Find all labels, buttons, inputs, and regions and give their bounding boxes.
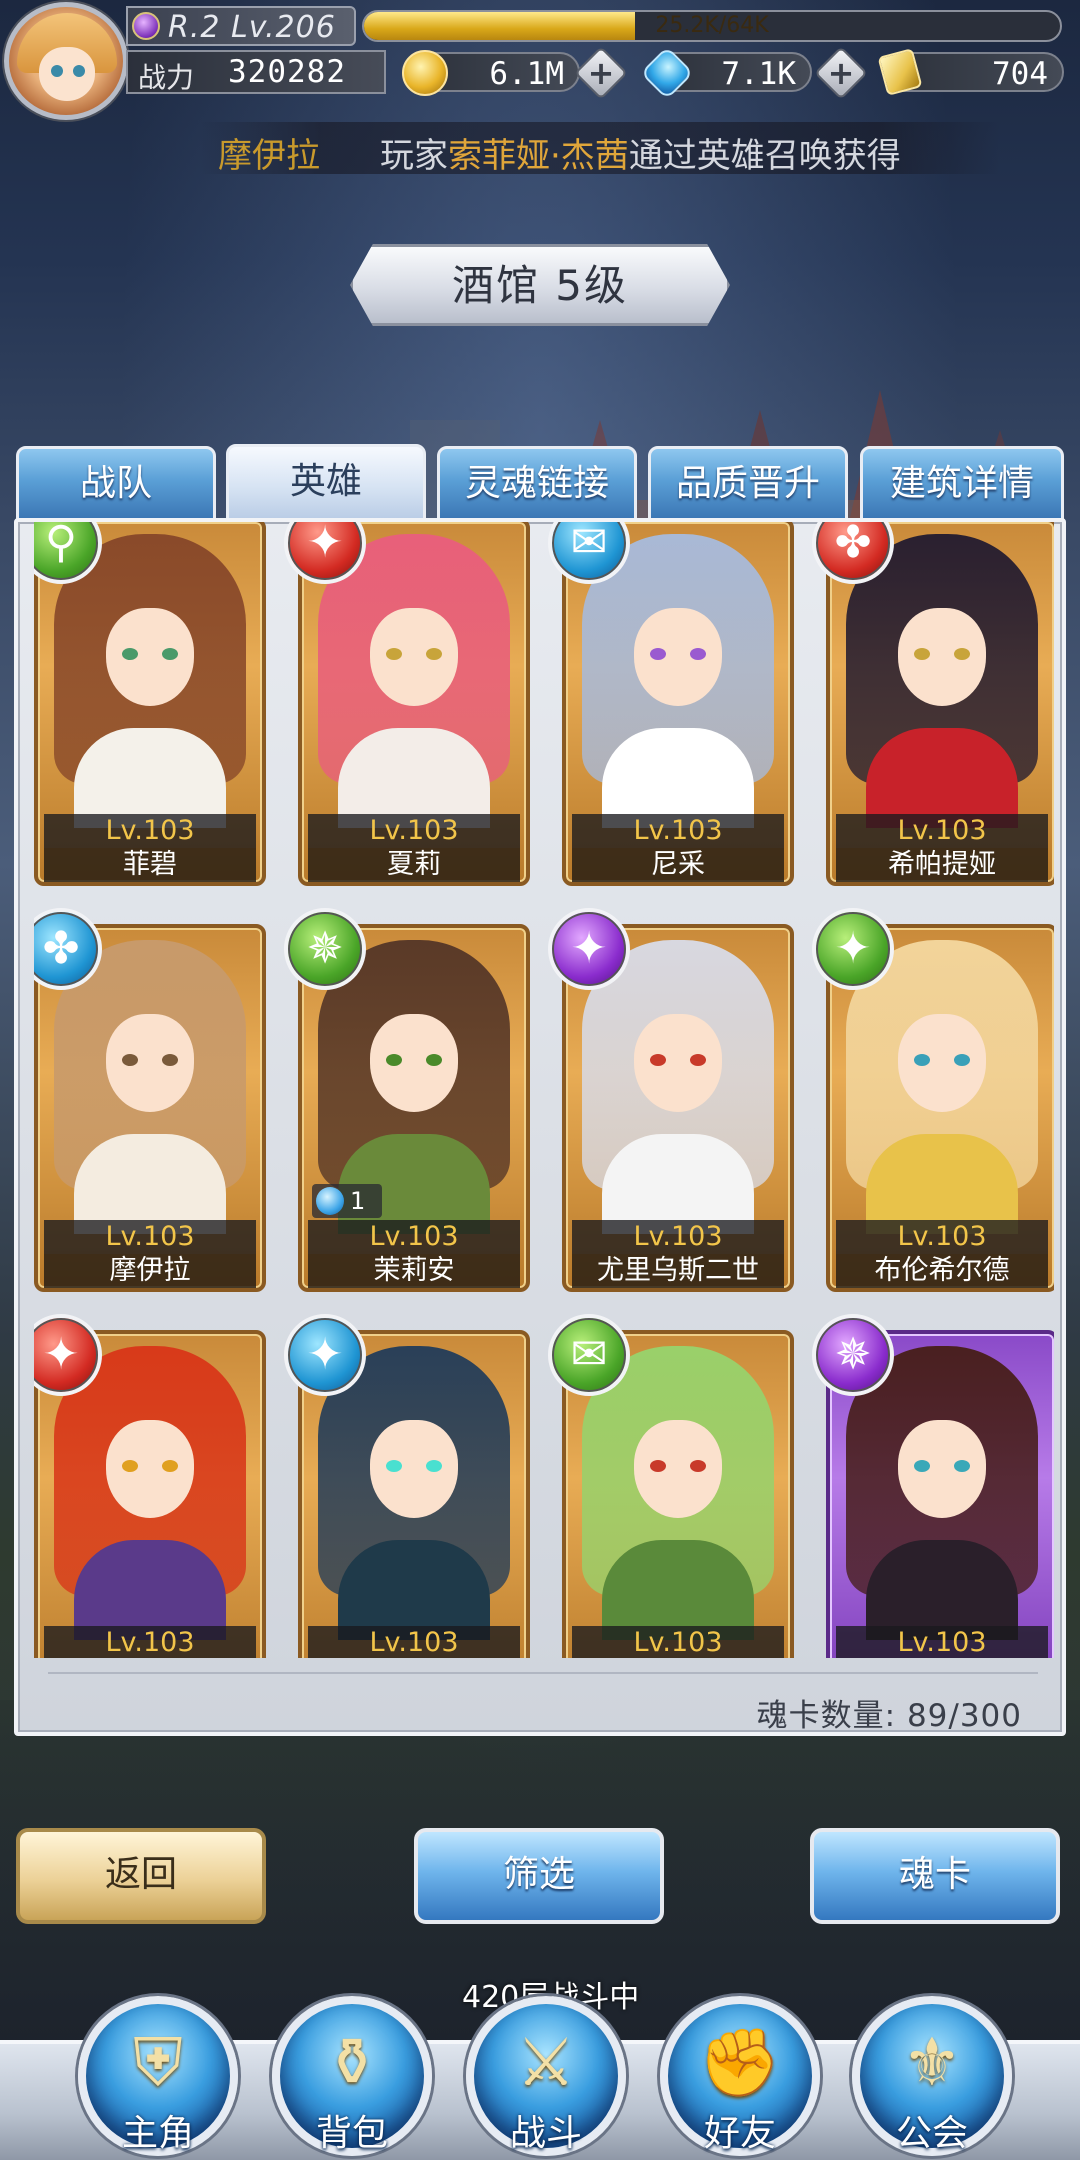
hero-level: Lv.103 <box>44 1220 256 1254</box>
tab-team[interactable]: 战队 <box>16 446 216 522</box>
soul-card-button[interactable]: 魂卡 <box>810 1828 1060 1924</box>
hero-name: 布伦希尔德 <box>836 1254 1048 1288</box>
hero-level: Lv.103 <box>572 814 784 848</box>
announcement-marquee: 摩伊拉 玩家索菲娅·杰茜通过英雄召唤获得 <box>200 122 1000 176</box>
helmet-icon: ⛨ <box>133 2024 183 2101</box>
crossed-swords-icon: ⚔ <box>516 2024 576 2101</box>
combat-power-label: 战力 <box>138 61 195 94</box>
nav-label: 战斗 <box>509 2113 582 2154</box>
hero-name: 尼采 <box>572 848 784 882</box>
hero-level: Lv.103 <box>572 1220 784 1254</box>
hero-name: 摩伊拉 <box>44 1254 256 1288</box>
nav-label: 公会 <box>895 2113 968 2154</box>
soul-card-count: 魂卡数量: 89/300 <box>756 1698 1022 1734</box>
combat-power-value: 320282 <box>228 54 346 90</box>
hero-list-panel: Lv.103 菲碧 ⚲ Lv.103 夏莉 ✦ Lv.103 尼采 ✉ Lv.1… <box>14 518 1066 1736</box>
rank-gem-icon <box>132 12 160 40</box>
diamond-value: 7.1K <box>721 56 796 92</box>
hero-name: 尤里乌斯二世 <box>572 1254 784 1288</box>
nav-button-5[interactable]: ⚜ 公会 <box>852 1996 1012 2156</box>
gold-value: 6.1M <box>489 56 564 92</box>
hero-level: Lv.103 <box>836 814 1048 848</box>
ticket-value: 704 <box>992 56 1048 92</box>
hero-name: 菲碧 <box>44 848 256 882</box>
sword-icon: ✦ <box>284 1314 366 1396</box>
panel-divider <box>48 1672 1038 1674</box>
marquee-message: 玩家索菲娅·杰茜通过英雄召唤获得 <box>380 136 901 176</box>
player-avatar[interactable] <box>4 2 128 120</box>
filter-button[interactable]: 筛选 <box>414 1828 664 1924</box>
gold-coin-icon <box>402 50 448 96</box>
tab-building-details[interactable]: 建筑详情 <box>860 446 1064 522</box>
sword-icon: ✦ <box>812 908 894 990</box>
nav-button-2[interactable]: ⚱ 背包 <box>272 1996 432 2156</box>
tab-soul-link[interactable]: 灵魂链接 <box>437 446 637 522</box>
marquee-hero-name: 摩伊拉 <box>218 136 320 176</box>
tab-quality-upgrade[interactable]: 品质晋升 <box>648 446 848 522</box>
soul-count-tag: 1 <box>312 1184 382 1218</box>
hero-level: Lv.103 <box>308 1626 520 1658</box>
nav-label: 好友 <box>703 2113 776 2154</box>
ticket-currency: 704 <box>877 48 1064 96</box>
back-button[interactable]: 返回 <box>16 1828 266 1924</box>
gold-currency: 6.1M <box>402 50 580 96</box>
hero-name: 希帕提娅 <box>836 848 1048 882</box>
exp-text: 25.2K/64K <box>655 13 769 38</box>
hero-level: Lv.103 <box>308 1220 520 1254</box>
nav-button-3[interactable]: ⚔ 战斗 <box>466 1996 626 2156</box>
hero-level: Lv.103 <box>44 1626 256 1658</box>
sword-icon: ✦ <box>548 908 630 990</box>
backpack-icon: ⚱ <box>324 2024 380 2101</box>
hero-name: 茉莉安 <box>308 1254 520 1288</box>
nav-button-4[interactable]: ✊ 好友 <box>660 1996 820 2156</box>
building-title-plaque: 酒馆 5级 <box>350 244 730 326</box>
exp-progress-bar: 25.2K/64K <box>362 10 1062 42</box>
book-icon: ✉ <box>548 1314 630 1396</box>
nav-label: 主角 <box>121 2113 194 2154</box>
hero-card-grid[interactable]: Lv.103 菲碧 ⚲ Lv.103 夏莉 ✦ Lv.103 尼采 ✉ Lv.1… <box>34 522 1054 1658</box>
hero-level: Lv.103 <box>836 1626 1048 1658</box>
rank-level-text: R.2 Lv.206 <box>168 10 336 45</box>
soul-orb-icon <box>316 1187 344 1215</box>
hero-level: Lv.103 <box>572 1626 784 1658</box>
nav-button-1[interactable]: ⛨ 主角 <box>78 1996 238 2156</box>
shuriken-icon: ✵ <box>284 908 366 990</box>
diamond-currency: 7.1K <box>640 46 812 100</box>
hero-name: 夏莉 <box>308 848 520 882</box>
hero-level: Lv.103 <box>44 814 256 848</box>
add-gold-button[interactable]: + <box>574 46 628 100</box>
diamond-icon <box>640 46 694 100</box>
shuriken-icon: ✵ <box>812 1314 894 1396</box>
hero-level: Lv.103 <box>836 1220 1048 1254</box>
guild-emblem-icon: ⚜ <box>902 2024 962 2101</box>
handshake-icon: ✊ <box>698 2024 782 2101</box>
add-diamond-button[interactable]: + <box>814 46 868 100</box>
hero-level: Lv.103 <box>308 814 520 848</box>
tab-heroes[interactable]: 英雄 <box>226 444 426 524</box>
nav-label: 背包 <box>315 2113 388 2154</box>
player-status-bar: R.2 Lv.206 25.2K/64K 战力 320282 6.1M + 7.… <box>0 0 1080 120</box>
combat-power-panel: 战力 320282 <box>126 50 386 94</box>
rank-level-panel: R.2 Lv.206 <box>126 6 356 46</box>
ticket-icon <box>877 48 923 96</box>
page-title: 酒馆 5级 <box>451 261 629 310</box>
